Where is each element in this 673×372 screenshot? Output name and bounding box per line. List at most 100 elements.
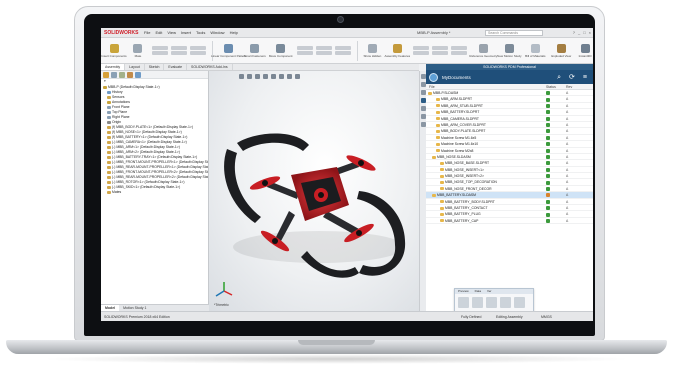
status-icon	[546, 199, 550, 204]
menu-file[interactable]: File	[144, 30, 150, 35]
feature-manager-icon[interactable]	[103, 72, 109, 78]
menu-insert[interactable]: Insert	[181, 30, 191, 35]
status-icon	[546, 186, 550, 191]
search-commands-input[interactable]: Search Commands	[485, 30, 543, 36]
tab-version[interactable]: Ver	[484, 289, 495, 294]
minimize-button[interactable]: _	[578, 30, 580, 35]
revision: A	[566, 199, 569, 204]
status-icon	[546, 142, 550, 147]
move-component-button[interactable]: Move Component	[269, 43, 293, 58]
status-icon	[546, 174, 550, 179]
file-name: Machine Screw M2x8	[441, 148, 474, 153]
vault-icon	[429, 72, 438, 82]
menu-view[interactable]: View	[167, 30, 176, 35]
pattern-button[interactable]: Linear Component Pattern	[211, 43, 246, 58]
file-icon	[440, 174, 444, 178]
file-name: MBB_NOSE.SLDASM	[437, 154, 471, 159]
column-file[interactable]: File	[426, 84, 546, 89]
thumbnail-5[interactable]	[514, 297, 525, 308]
tab-evaluate[interactable]: Evaluate	[164, 64, 188, 70]
thumbnail-3[interactable]	[486, 297, 497, 308]
tree-item-label: (-) MBB_REAR-MOUNT-PROPELLER<2> (Default…	[112, 175, 208, 179]
status-edition: SOLIDWORKS Premium 2018 x64 Edition	[104, 315, 170, 319]
file-name: Machine Screw M1.6x10	[441, 142, 479, 147]
column-rev[interactable]: Rev	[566, 84, 572, 89]
file-icon	[436, 104, 440, 108]
file-name: MBB_BATTERY_BODY.SLDPRT	[445, 199, 495, 204]
display-manager-icon[interactable]	[135, 72, 141, 78]
close-button[interactable]: ×	[589, 30, 591, 35]
drone-model[interactable]	[209, 71, 419, 311]
title-bar: SOLIDWORKS File Edit View Insert Tools W…	[101, 28, 593, 38]
smart-fasteners-button[interactable]: Smart Fasteners	[244, 43, 266, 58]
pdm-file-list: MBB-P.SLDASM A MBB_ARM.SLDPRT A MBB_ARM_STUB…	[426, 90, 593, 225]
instant3d-button[interactable]: Instant3D	[577, 43, 593, 58]
tab-preview[interactable]: Preview	[455, 289, 472, 294]
component-icon	[107, 95, 111, 99]
refresh-icon[interactable]: ⟳	[569, 74, 575, 81]
status-icon	[546, 91, 550, 96]
revision: A	[566, 97, 569, 102]
thumbnail-2[interactable]	[472, 297, 483, 308]
menu-icon[interactable]: ≡	[583, 74, 587, 81]
menu-tools[interactable]: Tools	[196, 30, 205, 35]
configuration-manager-icon[interactable]	[119, 72, 125, 78]
property-manager-icon[interactable]	[111, 72, 117, 78]
revision: A	[566, 218, 569, 223]
tree-item-label: (f) MBB_NOSE<1> (Default<Display State-1…	[112, 130, 182, 134]
tab-assembly[interactable]: Assembly	[101, 64, 126, 70]
pdm-panel: SOLIDWORKS PDM Professional MyDocuments …	[426, 64, 593, 312]
status-editing: Editing Assembly	[496, 315, 523, 319]
bill-of-materials-button[interactable]: Bill of Materials	[525, 43, 546, 58]
new-motion-study-button[interactable]: New Motion Study	[497, 43, 522, 58]
component-icon	[107, 145, 111, 149]
menu-window[interactable]: Window	[210, 30, 224, 35]
help-button[interactable]: ?	[573, 30, 575, 35]
revision: A	[566, 186, 569, 191]
search-icon[interactable]: ⌕	[557, 74, 561, 81]
status-icon	[546, 155, 550, 160]
tree-item-label: (-) MBB_REAR-MOUNT-PROPELLER<1> (Default…	[112, 165, 208, 169]
component-icon	[107, 140, 111, 144]
insert-components-icon	[109, 43, 119, 53]
tab-data[interactable]: Data	[472, 289, 484, 294]
show-hidden-button[interactable]: Show Hidden	[363, 43, 381, 58]
column-status[interactable]: Status	[546, 84, 566, 89]
tab-addins[interactable]: SOLIDWORKS Add-Ins	[187, 64, 233, 70]
revision: A	[566, 135, 569, 140]
tree-item-label: (-) MBB_ROTOR<1> (Default<Display State-…	[112, 180, 185, 184]
menu-edit[interactable]: Edit	[155, 30, 162, 35]
tree-item-label: (-) MBB_ARM<2> (Default<Display State-1>…	[112, 150, 180, 154]
ribbon-small-buttons-2[interactable]	[296, 46, 351, 55]
ribbon-small-buttons-3[interactable]	[413, 46, 468, 55]
status-icon	[546, 218, 550, 223]
tree-item[interactable]: Mates	[101, 190, 208, 195]
file-icon	[432, 155, 436, 159]
component-icon	[107, 110, 111, 114]
thumbnail-4[interactable]	[500, 297, 511, 308]
ribbon-small-buttons[interactable]	[151, 46, 206, 55]
thumbnail-1[interactable]	[458, 297, 469, 308]
solidworks-logo[interactable]: SOLIDWORKS	[104, 30, 142, 36]
status-units[interactable]: MMGS	[541, 315, 552, 319]
exploded-view-button[interactable]: Exploded View	[551, 43, 571, 58]
graphics-area[interactable]: *Trimetric	[209, 71, 419, 311]
move-icon	[276, 43, 286, 53]
view-orientation-label: *Trimetric	[214, 303, 229, 307]
insert-components-button[interactable]: Insert Components	[101, 43, 127, 58]
tab-sketch[interactable]: Sketch	[145, 64, 165, 70]
menu-help[interactable]: Help	[230, 30, 238, 35]
maximize-button[interactable]: □	[583, 30, 585, 35]
vault-selector[interactable]: MyDocuments	[442, 75, 471, 80]
mate-button[interactable]: Mate	[130, 43, 146, 58]
tree-item-label: (-) MBB_FRONT-MOUNT-PROPELLER<2> (Defaul…	[112, 170, 208, 174]
tab-layout[interactable]: Layout	[125, 64, 145, 70]
laptop-shadow	[40, 354, 633, 364]
pdm-file-row[interactable]: MBB_BATTERY_CAP A	[426, 218, 593, 225]
dimxpert-icon[interactable]	[127, 72, 133, 78]
file-icon	[436, 98, 440, 101]
preview-thumbnails	[455, 294, 533, 311]
revision: A	[566, 167, 569, 172]
reference-geometry-button[interactable]: Reference Geometry	[469, 43, 497, 58]
assembly-features-button[interactable]: Assembly Features	[384, 43, 410, 58]
